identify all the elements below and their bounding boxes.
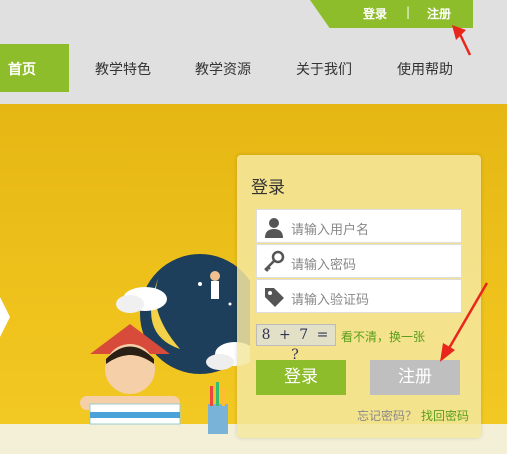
pencil-cup — [208, 404, 228, 434]
nav-item-teaching-resources[interactable]: 教学资源 — [195, 59, 251, 79]
login-title: 登录 — [251, 178, 285, 198]
carousel-prev-arrow[interactable] — [0, 297, 10, 337]
username-placeholder: 请输入用户名 — [291, 223, 370, 238]
tag-icon — [265, 288, 284, 307]
cloud-shape — [116, 295, 144, 313]
nav-item-help[interactable]: 使用帮助 — [397, 59, 453, 79]
small-girl-head — [210, 271, 220, 281]
cloud-shape — [206, 354, 234, 370]
top-links: 登录 | 注册 — [310, 0, 473, 28]
nav-item-teaching-features[interactable]: 教学特色 — [95, 59, 151, 79]
pencil-shape — [222, 388, 225, 406]
star-shape — [228, 302, 232, 306]
top-register-link[interactable]: 注册 — [427, 5, 451, 22]
banner-illustration — [80, 254, 250, 434]
captcha-field[interactable]: 请输入验证码 — [256, 279, 462, 313]
retrieve-password-link[interactable]: 找回密码 — [421, 407, 469, 424]
register-button[interactable]: 注册 — [370, 360, 460, 395]
login-button[interactable]: 登录 — [256, 360, 346, 395]
nav-item-about-us[interactable]: 关于我们 — [296, 59, 352, 79]
pencil-shape — [210, 386, 213, 406]
small-girl-dress — [211, 281, 219, 299]
captcha-placeholder: 请输入验证码 — [291, 293, 370, 308]
nav-home[interactable]: 首页 — [0, 44, 69, 92]
forgot-password-label: 忘记密码？ — [357, 409, 418, 423]
user-icon — [265, 218, 283, 238]
pencil-shape — [216, 382, 219, 406]
refresh-captcha-link[interactable]: 看不清，换一张 — [341, 328, 425, 345]
top-login-link[interactable]: 登录 — [363, 5, 387, 22]
captcha-image[interactable]: 8 + 7 = ? — [256, 324, 336, 363]
password-field[interactable]: 请输入密码 — [256, 244, 462, 278]
key-icon — [264, 250, 285, 272]
book-stripe — [90, 412, 180, 418]
top-link-separator: | — [406, 5, 411, 19]
username-field[interactable]: 请输入用户名 — [256, 209, 462, 243]
star-shape — [198, 282, 202, 286]
main-nav: 首页 教学特色 教学资源 关于我们 使用帮助 — [0, 44, 507, 92]
login-panel: 登录 请输入用户名 请输入密码 请输入验证码 8 + 7 = ? 看不清，换一张… — [237, 155, 481, 438]
password-placeholder: 请输入密码 — [291, 258, 357, 273]
